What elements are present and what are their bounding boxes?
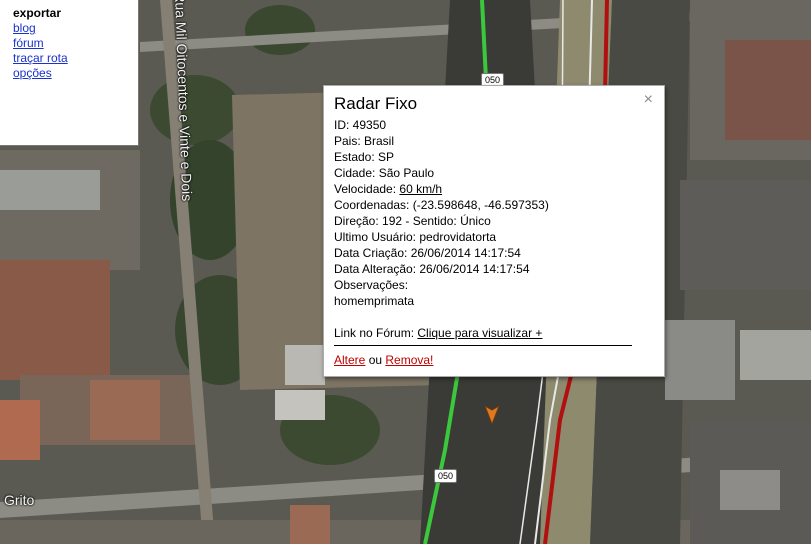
street-label-grito: Grito [4, 492, 35, 508]
info-title: Radar Fixo [334, 94, 418, 113]
edit-link[interactable]: Altere [334, 353, 365, 367]
remove-link[interactable]: Remova! [385, 353, 433, 367]
direction-arrow-icon [484, 404, 500, 426]
export-heading[interactable]: exportar [13, 6, 138, 21]
speed-link[interactable]: 60 km/h [399, 182, 442, 196]
route-shield: 050 [434, 469, 458, 483]
speed-label: Velocidade: [334, 182, 400, 196]
radar-notes-value: homemprimata [334, 294, 415, 308]
menu-link-options[interactable]: opções [13, 66, 138, 81]
radar-info-window: × Radar Fixo ID: 49350 Pais: Brasil Esta… [323, 85, 665, 377]
close-icon[interactable]: × [644, 92, 653, 108]
menu-link-forum[interactable]: fórum [13, 36, 138, 51]
options-menu-panel: exportar blog fórum traçar rota opções [0, 0, 139, 146]
or-text: ou [365, 353, 386, 367]
radar-city: Cidade: São Paulo [334, 166, 435, 180]
menu-link-blog[interactable]: blog [13, 21, 138, 36]
info-divider [334, 345, 632, 346]
menu-link-route[interactable]: traçar rota [13, 51, 138, 66]
radar-created-date: Data Criação: 26/06/2014 14:17:54 [334, 246, 521, 260]
radar-id: ID: 49350 [334, 118, 387, 132]
forum-label: Link no Fórum: [334, 326, 418, 340]
forum-link-row: Link no Fórum: Clique para visualizar + [334, 325, 654, 341]
radar-country: Pais: Brasil [334, 134, 395, 148]
radar-modified-date: Data Alteração: 26/06/2014 14:17:54 [334, 262, 530, 276]
radar-speed: Velocidade: 60 km/h [334, 181, 654, 197]
radar-last-user: Ultimo Usuário: pedrovidatorta [334, 230, 497, 244]
radar-state: Estado: SP [334, 150, 395, 164]
radar-direction: Direção: 192 - Sentido: Único [334, 214, 491, 228]
radar-coordinates: Coordenadas: (-23.598648, -46.597353) [334, 198, 549, 212]
forum-view-link[interactable]: Clique para visualizar + [417, 326, 542, 340]
action-row: Altere ou Remova! [334, 352, 654, 368]
radar-notes-label: Observações: [334, 278, 409, 292]
